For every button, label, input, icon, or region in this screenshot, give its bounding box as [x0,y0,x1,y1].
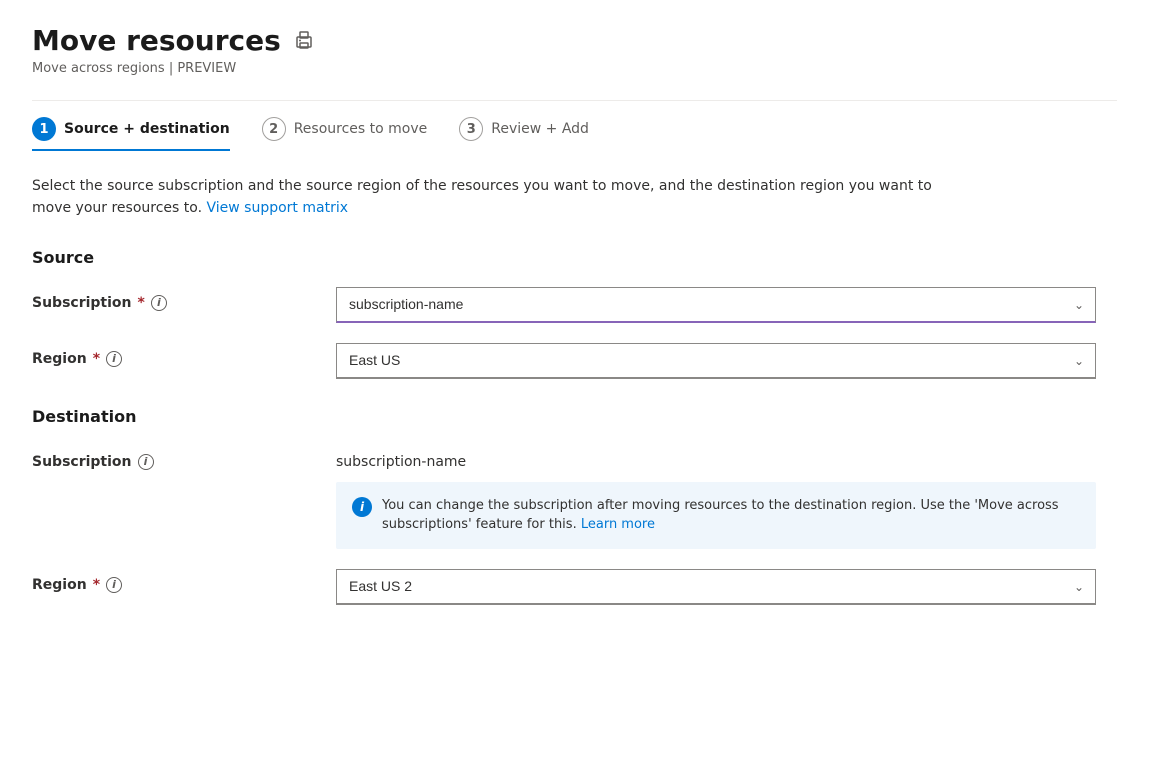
source-subscription-required: * [138,295,145,311]
wizard-steps: 1 Source + destination 2 Resources to mo… [32,117,1117,151]
source-region-control: East US ⌄ [336,343,1096,379]
destination-region-row: Region * i East US 2 ⌄ [32,569,1117,605]
destination-section-title: Destination [32,407,1117,426]
destination-region-control: East US 2 ⌄ [336,569,1096,605]
page-subtitle: Move across regions | PREVIEW [32,61,1117,76]
destination-region-info-icon[interactable]: i [106,577,122,593]
page-container: Move resources Move across regions | PRE… [0,0,1149,657]
destination-region-dropdown[interactable]: East US 2 [336,569,1096,605]
info-box-icon: i [352,497,372,517]
page-title: Move resources [32,24,1117,57]
source-region-label: Region * i [32,343,312,367]
source-region-row: Region * i East US ⌄ [32,343,1117,379]
step-2-number: 2 [262,117,286,141]
step-3-number: 3 [459,117,483,141]
step-2-label: Resources to move [294,121,428,137]
destination-region-label: Region * i [32,569,312,593]
step-2[interactable]: 2 Resources to move [262,117,428,151]
destination-region-dropdown-wrapper: East US 2 ⌄ [336,569,1096,605]
source-subscription-row: Subscription * i subscription-name ⌄ [32,287,1117,323]
source-subscription-dropdown[interactable]: subscription-name [336,287,1096,323]
destination-subscription-info-icon[interactable]: i [138,454,154,470]
source-subscription-info-icon[interactable]: i [151,295,167,311]
destination-subscription-row: Subscription i subscription-name i You c… [32,446,1117,549]
step-3[interactable]: 3 Review + Add [459,117,589,151]
destination-info-box: i You can change the subscription after … [336,482,1096,549]
info-box-text: You can change the subscription after mo… [382,496,1080,535]
header-divider [32,100,1117,101]
destination-subscription-label: Subscription i [32,446,312,470]
learn-more-link[interactable]: Learn more [581,517,655,532]
source-region-dropdown-wrapper: East US ⌄ [336,343,1096,379]
source-region-required: * [93,351,100,367]
description-body: Select the source subscription and the s… [32,178,932,216]
source-subscription-dropdown-wrapper: subscription-name ⌄ [336,287,1096,323]
page-title-text: Move resources [32,24,281,57]
source-section: Source Subscription * i subscription-nam… [32,248,1117,379]
destination-region-required: * [93,577,100,593]
step-1-number: 1 [32,117,56,141]
destination-subscription-control: subscription-name i You can change the s… [336,446,1096,549]
support-matrix-link[interactable]: View support matrix [207,200,349,216]
step-1-label: Source + destination [64,121,230,137]
destination-section: Destination Subscription i subscription-… [32,407,1117,605]
source-section-title: Source [32,248,1117,267]
destination-subscription-value: subscription-name [336,446,1096,470]
source-region-dropdown[interactable]: East US [336,343,1096,379]
source-subscription-label: Subscription * i [32,287,312,311]
print-icon[interactable] [293,30,315,52]
page-header: Move resources Move across regions | PRE… [32,24,1117,76]
step-1[interactable]: 1 Source + destination [32,117,230,151]
description-text: Select the source subscription and the s… [32,175,932,220]
source-subscription-control: subscription-name ⌄ [336,287,1096,323]
source-region-info-icon[interactable]: i [106,351,122,367]
step-3-label: Review + Add [491,121,589,137]
